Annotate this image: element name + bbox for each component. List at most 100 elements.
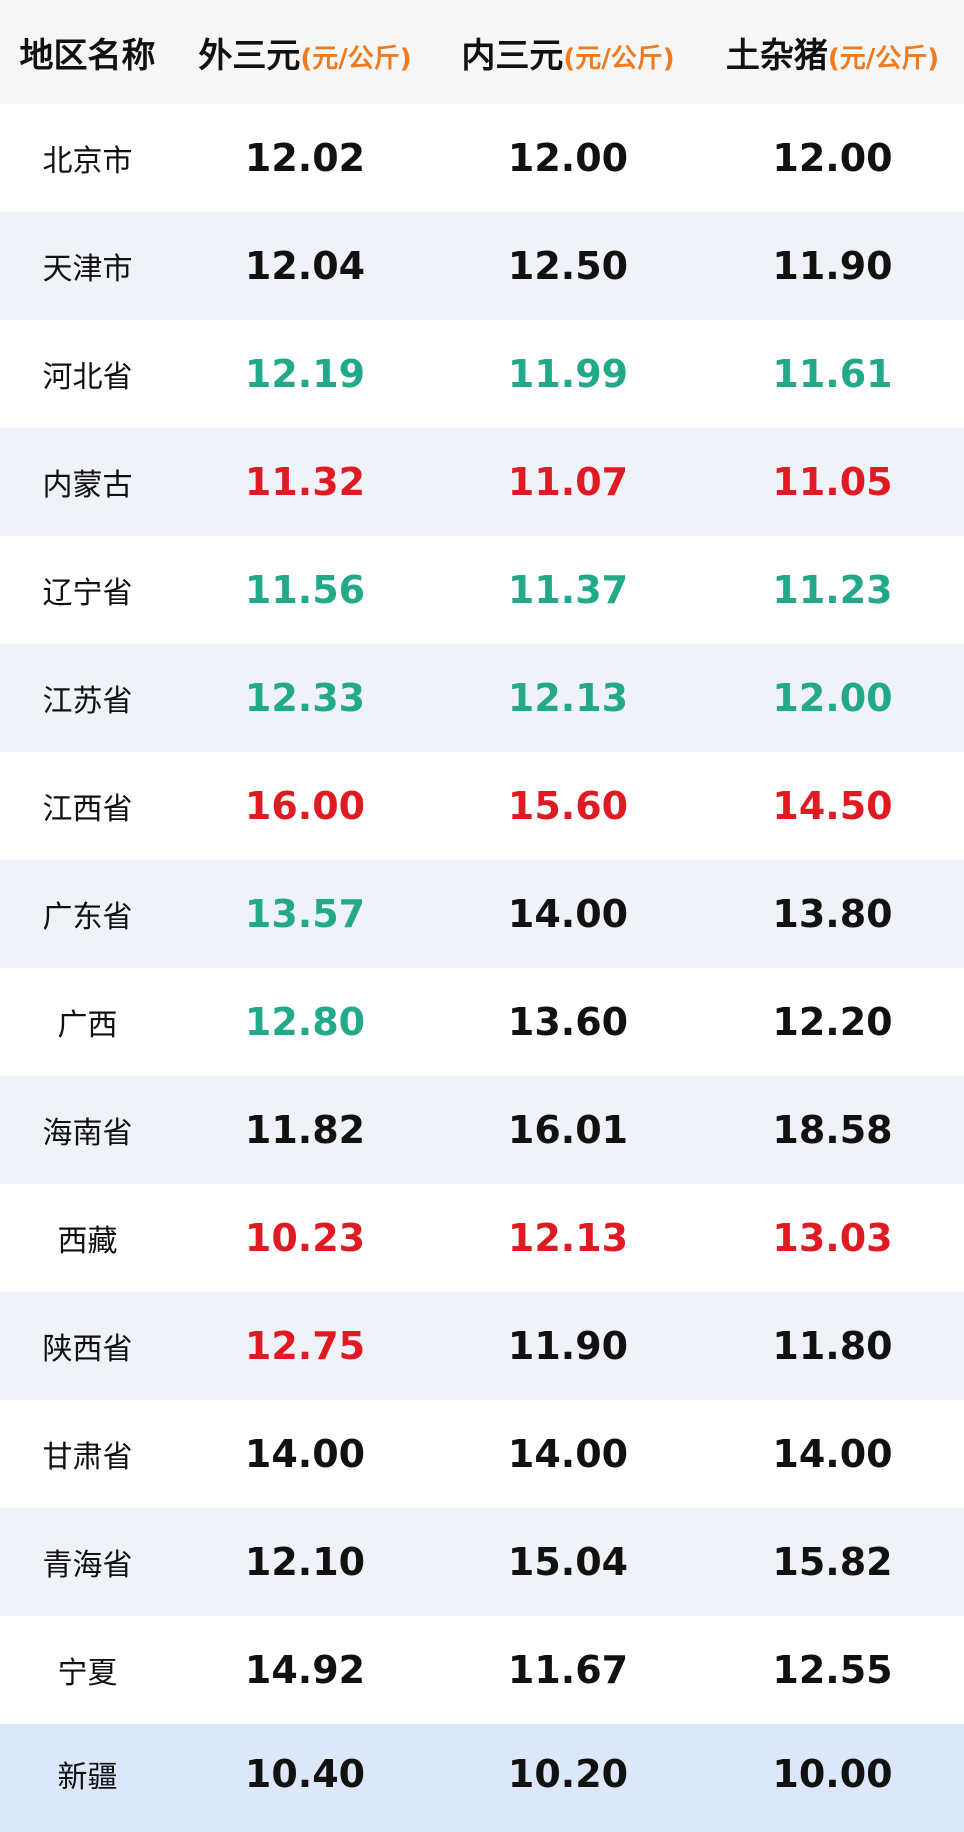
price-cell-2: 11.07 [435, 460, 701, 504]
region-cell: 陕西省 [0, 1324, 175, 1368]
table-row: 江苏省 12.33 12.13 12.00 [0, 644, 964, 752]
region-cell: 广东省 [0, 892, 175, 936]
region-name: 新疆 [57, 1760, 118, 1795]
price-cell-2: 14.00 [435, 1432, 701, 1476]
price-cell-2: 15.04 [435, 1540, 701, 1584]
region-cell: 江苏省 [0, 676, 175, 720]
price-cell-2: 14.00 [435, 892, 701, 936]
region-name: 江西省 [42, 792, 133, 827]
price-cell-1: 11.82 [175, 1108, 435, 1152]
table-row: 内蒙古 11.32 11.07 11.05 [0, 428, 964, 536]
table-row: 青海省 12.10 15.04 15.82 [0, 1508, 964, 1616]
price-value: 12.55 [772, 1648, 893, 1692]
price-cell-3: 14.50 [701, 784, 964, 828]
table-header: 地区名称 外三元(元/公斤) 内三元(元/公斤) 土杂猪(元/公斤) [0, 0, 964, 104]
header-col-1-unit: (元/公斤) [300, 43, 412, 74]
table-row: 宁夏 14.92 11.67 12.55 [0, 1616, 964, 1724]
price-cell-3: 11.05 [701, 460, 964, 504]
header-col-2: 内三元(元/公斤) [435, 28, 701, 77]
price-value: 14.00 [772, 1432, 893, 1476]
header-region: 地区名称 [0, 28, 175, 77]
price-value: 12.33 [244, 676, 366, 720]
region-cell: 天津市 [0, 244, 175, 288]
region-cell: 青海省 [0, 1540, 175, 1584]
price-cell-2: 11.37 [435, 568, 701, 612]
price-value: 12.80 [244, 1000, 366, 1044]
price-value: 18.58 [772, 1108, 893, 1152]
price-cell-2: 12.13 [435, 1216, 701, 1260]
price-value: 10.40 [244, 1752, 366, 1796]
region-name: 青海省 [42, 1548, 133, 1583]
price-cell-2: 11.90 [435, 1324, 701, 1368]
table-row: 天津市 12.04 12.50 11.90 [0, 212, 964, 320]
price-cell-2: 13.60 [435, 1000, 701, 1044]
price-cell-1: 13.57 [175, 892, 435, 936]
price-cell-1: 11.32 [175, 460, 435, 504]
region-cell: 甘肃省 [0, 1432, 175, 1476]
price-cell-3: 14.00 [701, 1432, 964, 1476]
price-value: 10.23 [244, 1216, 366, 1260]
region-cell: 河北省 [0, 352, 175, 396]
price-value: 15.60 [507, 784, 629, 828]
price-cell-1: 11.56 [175, 568, 435, 612]
region-name: 天津市 [42, 252, 133, 287]
price-cell-3: 12.20 [701, 1000, 964, 1044]
price-value: 14.00 [244, 1432, 366, 1476]
price-value: 11.37 [507, 568, 629, 612]
price-cell-2: 16.01 [435, 1108, 701, 1152]
price-cell-3: 11.23 [701, 568, 964, 612]
price-cell-1: 14.00 [175, 1432, 435, 1476]
price-cell-2: 10.20 [435, 1752, 701, 1796]
price-value: 12.75 [244, 1324, 366, 1368]
price-value: 11.90 [772, 244, 893, 288]
price-value: 12.20 [772, 1000, 893, 1044]
price-value: 15.82 [772, 1540, 893, 1584]
price-value: 16.00 [244, 784, 366, 828]
price-value: 11.05 [772, 460, 893, 504]
table-row: 甘肃省 14.00 14.00 14.00 [0, 1400, 964, 1508]
header-col-2-unit: (元/公斤) [563, 43, 675, 74]
header-col-3: 土杂猪(元/公斤) [701, 28, 964, 77]
price-cell-2: 11.67 [435, 1648, 701, 1692]
price-value: 12.50 [507, 244, 629, 288]
price-cell-2: 12.13 [435, 676, 701, 720]
region-name: 宁夏 [57, 1656, 118, 1691]
region-name: 陕西省 [42, 1332, 133, 1367]
price-cell-2: 15.60 [435, 784, 701, 828]
region-cell: 广西 [0, 1000, 175, 1044]
table-row: 新疆 10.40 10.20 10.00 [0, 1724, 964, 1832]
region-cell: 海南省 [0, 1108, 175, 1152]
price-cell-3: 11.61 [701, 352, 964, 396]
region-name: 北京市 [42, 144, 133, 179]
price-cell-1: 12.04 [175, 244, 435, 288]
price-cell-1: 12.33 [175, 676, 435, 720]
price-cell-3: 13.03 [701, 1216, 964, 1260]
price-value: 10.00 [772, 1752, 893, 1796]
price-cell-1: 12.19 [175, 352, 435, 396]
header-col-2-label: 内三元 [461, 35, 564, 76]
table-row: 河北省 12.19 11.99 11.61 [0, 320, 964, 428]
price-value: 14.92 [244, 1648, 366, 1692]
region-cell: 西藏 [0, 1216, 175, 1260]
price-value: 11.23 [772, 568, 893, 612]
price-value: 14.00 [507, 1432, 629, 1476]
price-value: 14.50 [772, 784, 893, 828]
table-row: 广西 12.80 13.60 12.20 [0, 968, 964, 1076]
region-name: 广东省 [42, 900, 133, 935]
table-row: 北京市 12.02 12.00 12.00 [0, 104, 964, 212]
price-value: 11.61 [772, 352, 893, 396]
price-cell-1: 14.92 [175, 1648, 435, 1692]
price-value: 11.32 [244, 460, 366, 504]
table-row: 海南省 11.82 16.01 18.58 [0, 1076, 964, 1184]
table-row: 广东省 13.57 14.00 13.80 [0, 860, 964, 968]
region-cell: 内蒙古 [0, 460, 175, 504]
price-cell-3: 11.90 [701, 244, 964, 288]
price-cell-3: 13.80 [701, 892, 964, 936]
price-cell-1: 16.00 [175, 784, 435, 828]
price-cell-1: 12.75 [175, 1324, 435, 1368]
region-name: 广西 [57, 1008, 118, 1043]
price-cell-3: 12.00 [701, 676, 964, 720]
price-value: 13.80 [772, 892, 893, 936]
price-value: 15.04 [507, 1540, 629, 1584]
table-body: 北京市 12.02 12.00 12.00 天津市 12.04 12.50 11.90 河北省 1… [0, 104, 964, 1832]
